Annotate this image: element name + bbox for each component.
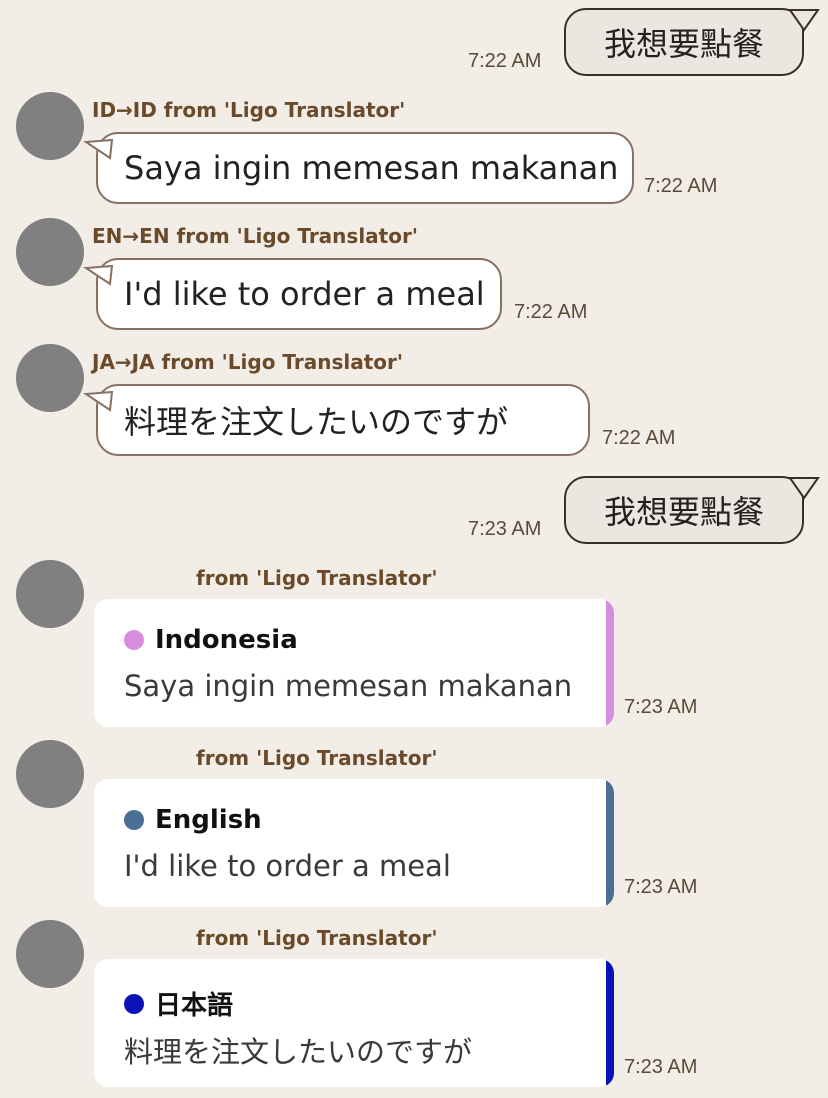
translation-card-english[interactable]: English I'd like to order a meal — [94, 779, 614, 907]
sender-label: EN→EN from 'Ligo Translator' — [92, 224, 418, 248]
bubble-tail-icon — [83, 138, 114, 160]
language-dot-icon — [124, 993, 144, 1014]
avatar[interactable] — [16, 344, 84, 412]
message-text: I'd like to order a meal — [124, 275, 485, 313]
message-timestamp: 7:22 AM — [644, 175, 718, 197]
message-timestamp: 7:23 AM — [624, 1056, 698, 1078]
avatar[interactable] — [16, 92, 84, 160]
card-header: Indonesia — [124, 625, 298, 655]
sender-label: from 'Ligo Translator' — [196, 746, 438, 770]
avatar[interactable] — [16, 560, 84, 628]
bubble-tail-icon — [83, 390, 114, 412]
message-timestamp: 7:22 AM — [468, 50, 542, 72]
incoming-message-bubble[interactable]: 料理を注文したいのですが — [96, 384, 590, 456]
language-label: 日本語 — [155, 991, 234, 1021]
incoming-message-bubble[interactable]: Saya ingin memesan makanan — [96, 132, 634, 204]
avatar[interactable] — [16, 740, 84, 808]
message-text: Saya ingin memesan makanan — [124, 149, 619, 187]
accent-bar — [606, 959, 614, 1087]
message-timestamp: 7:23 AM — [624, 876, 698, 898]
language-label: English — [155, 805, 262, 835]
accent-bar — [606, 599, 614, 727]
avatar[interactable] — [16, 920, 84, 988]
accent-bar — [606, 779, 614, 907]
translation-card-japanese[interactable]: 日本語 料理を注文したいのですが — [94, 959, 614, 1087]
sender-label: from 'Ligo Translator' — [196, 926, 438, 950]
sender-label: JA→JA from 'Ligo Translator' — [92, 350, 403, 374]
message-text: 料理を注文したいのですが — [124, 403, 509, 441]
translation-text: 料理を注文したいのですが — [124, 1035, 473, 1069]
incoming-message-bubble[interactable]: I'd like to order a meal — [96, 258, 502, 330]
bubble-tail-icon — [788, 477, 820, 500]
sender-label: ID→ID from 'Ligo Translator' — [92, 98, 406, 122]
message-timestamp: 7:23 AM — [624, 696, 698, 718]
language-dot-icon — [124, 810, 144, 830]
card-header: 日本語 — [124, 985, 233, 1022]
outgoing-message-bubble[interactable]: 我想要點餐 — [564, 476, 804, 544]
bubble-tail-icon — [83, 264, 114, 286]
translation-text: I'd like to order a meal — [124, 849, 451, 883]
avatar[interactable] — [16, 218, 84, 286]
outgoing-message-bubble[interactable]: 我想要點餐 — [564, 8, 804, 76]
language-label: Indonesia — [155, 625, 298, 655]
bubble-tail-icon — [788, 9, 820, 32]
card-header: English — [124, 805, 262, 835]
message-timestamp: 7:22 AM — [602, 427, 676, 449]
message-timestamp: 7:23 AM — [468, 518, 542, 540]
translation-text: Saya ingin memesan makanan — [124, 669, 573, 703]
message-text: 我想要點餐 — [603, 25, 764, 63]
message-text: 我想要點餐 — [603, 493, 764, 531]
sender-label: from 'Ligo Translator' — [196, 566, 438, 590]
message-timestamp: 7:22 AM — [514, 301, 588, 323]
language-dot-icon — [124, 630, 144, 650]
translation-card-indonesia[interactable]: Indonesia Saya ingin memesan makanan — [94, 599, 614, 727]
